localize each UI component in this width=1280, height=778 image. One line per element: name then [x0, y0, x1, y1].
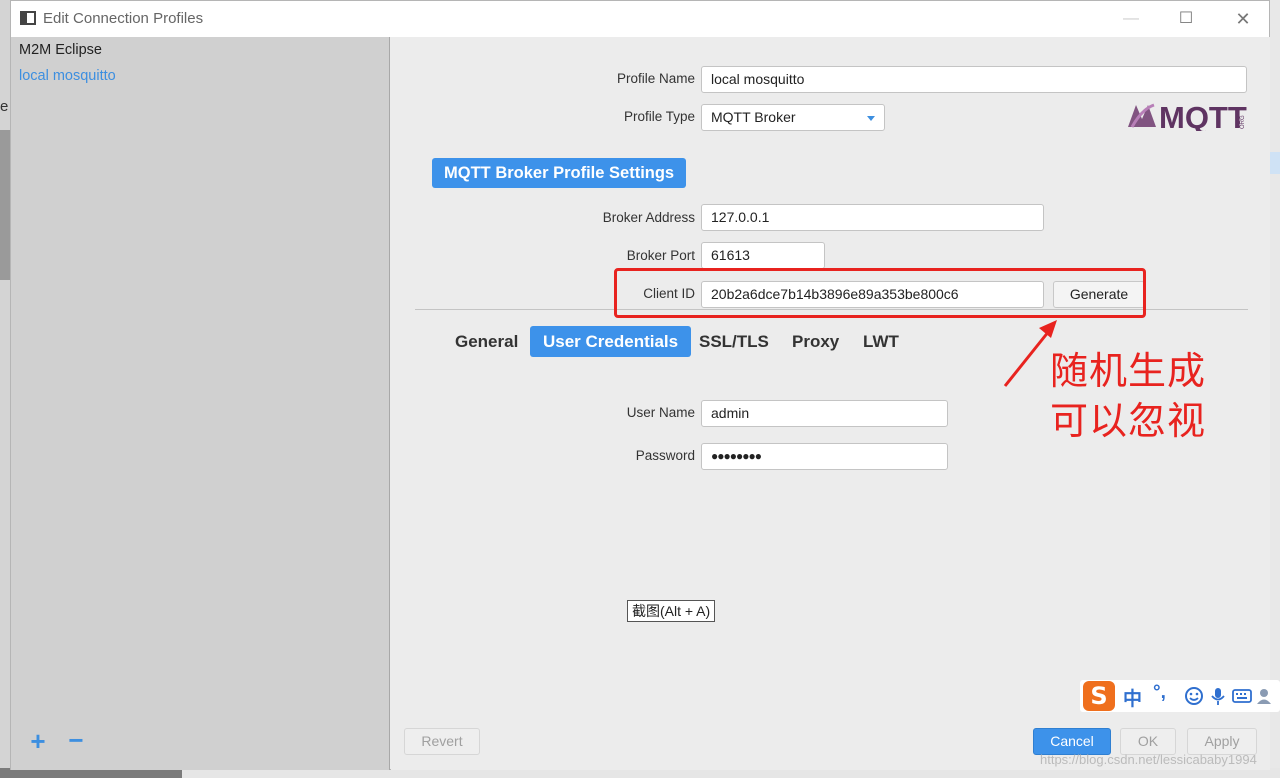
annotation-line-2: 可以忽视 — [1050, 399, 1207, 443]
mqtt-logo-suffix: ORG — [1240, 115, 1246, 129]
background-window-right — [1270, 0, 1280, 778]
profile-name-label: Profile Name — [616, 71, 695, 86]
broker-port-input[interactable]: 61613 — [701, 242, 825, 269]
maximize-button[interactable]: ☐ — [1166, 7, 1206, 31]
remove-profile-button[interactable]: − — [65, 727, 87, 753]
cancel-button[interactable]: Cancel — [1033, 728, 1111, 755]
tab-lwt[interactable]: LWT — [850, 326, 912, 357]
profile-type-value: MQTT Broker — [711, 109, 796, 125]
add-profile-button[interactable]: + — [27, 728, 49, 754]
keyboard-icon[interactable] — [1232, 686, 1252, 706]
tab-proxy[interactable]: Proxy — [779, 326, 852, 357]
background-window-left — [0, 0, 10, 778]
profile-item-m2m-eclipse[interactable]: M2M Eclipse — [19, 42, 102, 58]
username-input[interactable]: admin — [701, 400, 948, 427]
ime-language-toggle[interactable]: 中 — [1123, 684, 1142, 711]
microphone-icon[interactable] — [1208, 686, 1228, 706]
minimize-button[interactable]: — — [1111, 7, 1151, 31]
title-bar[interactable]: Edit Connection Profiles — ☐ ✕ — [11, 1, 1269, 37]
profile-type-select[interactable]: MQTT Broker — [701, 104, 885, 131]
mqtt-broker-settings-header: MQTT Broker Profile Settings — [432, 158, 687, 188]
ok-button[interactable]: OK — [1120, 728, 1176, 755]
background-window-shade — [0, 130, 10, 280]
username-label: User Name — [626, 405, 695, 420]
password-input[interactable]: ●●●●●●●● — [701, 443, 948, 470]
profile-name-input[interactable]: local mosquitto — [701, 66, 1247, 93]
tab-general[interactable]: General — [442, 326, 531, 357]
profile-list-sidebar: M2M Eclipse local mosquitto + − — [11, 37, 390, 770]
chevron-down-icon — [867, 116, 875, 121]
ime-toolbar: S 中 °, — [1080, 680, 1280, 712]
app-window-icon — [20, 11, 36, 25]
client-id-highlight-box — [614, 268, 1146, 318]
background-highlight — [1270, 152, 1280, 174]
tab-user-credentials[interactable]: User Credentials — [530, 326, 692, 357]
emoji-icon[interactable] — [1184, 686, 1204, 706]
background-text-fragment: e — [0, 98, 9, 115]
password-label: Password — [635, 448, 695, 463]
watermark-text: https://blog.csdn.net/lessicababy1994 — [1040, 752, 1257, 767]
window-title: Edit Connection Profiles — [43, 10, 204, 27]
close-button[interactable]: ✕ — [1223, 7, 1263, 31]
broker-address-input[interactable]: 127.0.0.1 — [701, 204, 1044, 231]
mqtt-logo: MQTT ORG — [1128, 100, 1247, 131]
mqtt-logo-text: MQTT — [1159, 100, 1247, 131]
apply-button[interactable]: Apply — [1187, 728, 1257, 755]
profile-item-local-mosquitto[interactable]: local mosquitto — [19, 68, 116, 84]
broker-port-label: Broker Port — [626, 248, 695, 263]
tab-ssl-tls[interactable]: SSL/TLS — [686, 326, 782, 357]
broker-address-label: Broker Address — [602, 210, 695, 225]
ime-punctuation-toggle[interactable]: °, — [1153, 682, 1166, 704]
annotation-line-1: 随机生成 — [1050, 349, 1207, 393]
user-settings-icon[interactable] — [1256, 686, 1276, 706]
revert-button[interactable]: Revert — [404, 728, 480, 755]
profile-type-label: Profile Type — [623, 109, 695, 124]
ime-logo[interactable]: S — [1083, 681, 1115, 711]
screenshot-tooltip: 截图(Alt + A) — [627, 600, 716, 622]
